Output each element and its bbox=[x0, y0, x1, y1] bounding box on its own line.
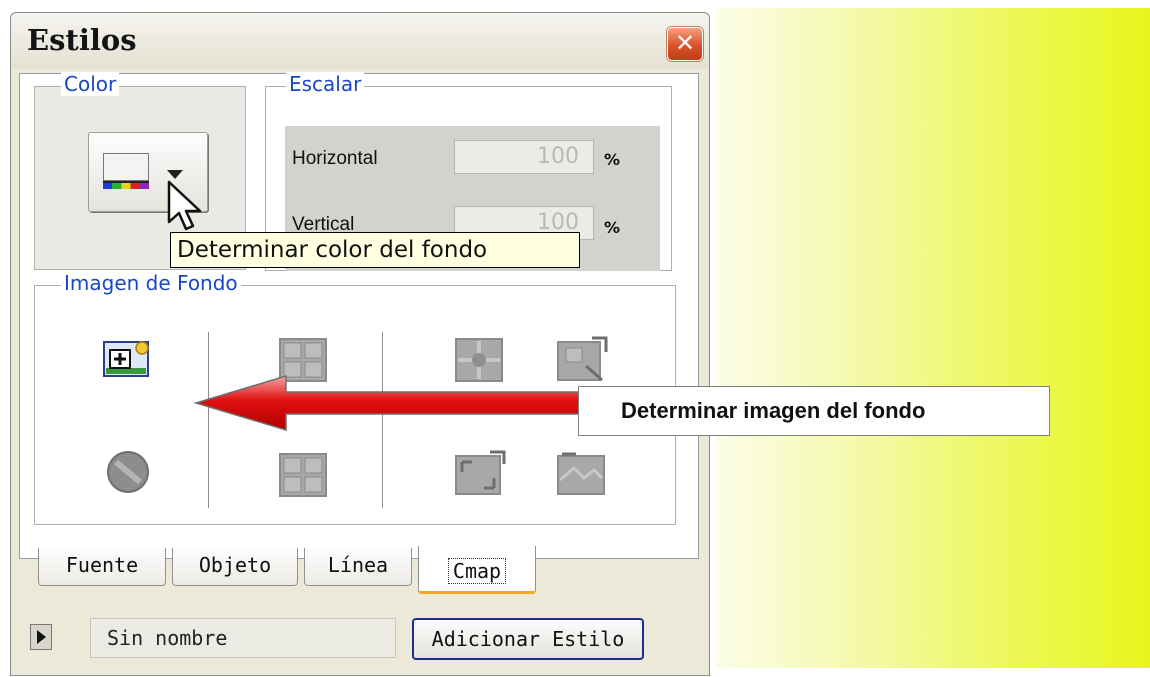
color-legend: Color bbox=[61, 72, 120, 96]
image-legend: Imagen de Fondo bbox=[61, 271, 241, 295]
yellow-backdrop bbox=[716, 8, 1150, 668]
stretch-image-icon[interactable] bbox=[454, 450, 508, 498]
add-style-button[interactable]: Adicionar Estilo bbox=[412, 618, 644, 660]
title-bar: Estilos ✕ bbox=[11, 13, 709, 69]
horizontal-label: Horizontal bbox=[292, 148, 378, 169]
color-swatch-icon bbox=[103, 153, 149, 181]
tab-objeto[interactable]: Objeto bbox=[172, 548, 298, 586]
add-image-icon[interactable] bbox=[102, 338, 154, 380]
fit-image-icon[interactable] bbox=[556, 450, 610, 498]
window-title: Estilos bbox=[27, 23, 137, 57]
mouse-cursor-icon bbox=[167, 180, 202, 231]
style-name-field[interactable]: Sin nombre bbox=[90, 618, 396, 658]
horizontal-scale-field[interactable]: 100 bbox=[454, 140, 594, 174]
pointer-arrow-icon bbox=[193, 374, 585, 432]
play-icon[interactable] bbox=[30, 624, 52, 650]
horizontal-unit: % bbox=[604, 150, 621, 169]
chevron-down-icon[interactable] bbox=[167, 170, 183, 179]
image-callout: Determinar imagen del fondo bbox=[578, 386, 1050, 436]
tab-linea[interactable]: Línea bbox=[304, 548, 412, 586]
vertical-unit: % bbox=[604, 218, 621, 237]
tab-fuente[interactable]: Fuente bbox=[38, 548, 166, 586]
tab-cmap-label: Cmap bbox=[447, 558, 507, 584]
close-button[interactable]: ✕ bbox=[667, 27, 703, 61]
remove-image-icon[interactable] bbox=[104, 448, 152, 496]
scale-legend: Escalar bbox=[286, 72, 365, 96]
tile-image-icon[interactable] bbox=[278, 452, 328, 498]
tab-cmap[interactable]: Cmap bbox=[418, 546, 536, 594]
color-palette-icon bbox=[103, 183, 149, 189]
color-tooltip: Determinar color del fondo bbox=[170, 232, 580, 268]
